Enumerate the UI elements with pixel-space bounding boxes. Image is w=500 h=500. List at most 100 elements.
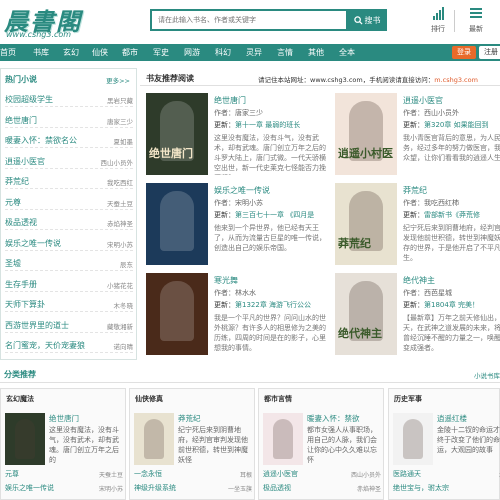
- hot-novel-row[interactable]: 娱乐之唯一传说 宋明小苏: [5, 235, 133, 251]
- category-book-title[interactable]: 逍遥红楼: [437, 413, 467, 424]
- hot-novel-title[interactable]: 生存手册: [5, 279, 37, 290]
- book-card[interactable]: 寒光舞 作者：林水水 更新：第1322章 海游飞行公公 我是一个平凡的世界？问问山水的…: [146, 273, 326, 361]
- nav-item-kehuan[interactable]: 科幻: [215, 44, 231, 61]
- search-button[interactable]: 搜书: [347, 9, 387, 31]
- category-book-cover[interactable]: [5, 413, 45, 465]
- book-title[interactable]: 娱乐之唯一传说: [214, 185, 270, 196]
- category-list-item[interactable]: 神级升级系统 一坐玉旗: [134, 483, 252, 495]
- latest-link[interactable]: 最新: [462, 6, 490, 36]
- hot-novel-title[interactable]: 校园超级学生: [5, 94, 53, 105]
- category-name[interactable]: 都市言情: [264, 394, 292, 404]
- hot-novel-row[interactable]: 绝世唐门 唐家三少: [5, 112, 133, 128]
- latest-chapter-link[interactable]: 第三百七十一章 《四月是: [235, 211, 314, 219]
- category-book-cover[interactable]: [263, 413, 303, 465]
- hot-novel-title[interactable]: 圣墟: [5, 258, 21, 269]
- latest-chapter-link[interactable]: 第1322章 海游飞行公公: [235, 301, 311, 309]
- hot-novel-title[interactable]: 暖妻入怀：禁欲名公: [5, 135, 77, 146]
- latest-chapter-link[interactable]: 第320章 如果能回到: [424, 121, 489, 129]
- category-book-title[interactable]: 暖妻入怀：禁欲: [307, 413, 360, 424]
- book-card[interactable]: 莽荒纪莽荒纪作者：我吃西红柿更新：雷部新书《莽荒修纪宁死后来到阴曹地府，经判官审…: [335, 183, 500, 271]
- search-input[interactable]: [152, 11, 346, 29]
- hot-novel-row[interactable]: 生存手册 小猪花花: [5, 276, 133, 292]
- category-list-title[interactable]: 一念永恒: [134, 469, 162, 479]
- hot-novel-title[interactable]: 娱乐之唯一传说: [5, 238, 61, 249]
- category-list-title[interactable]: 绝世宝与，驸太宗: [393, 483, 449, 493]
- hot-novel-title[interactable]: 极品透视: [5, 217, 37, 228]
- nav-item-yanqing[interactable]: 言情: [277, 44, 293, 61]
- book-card[interactable]: 逍遥小村医 逍遥小医官 作者：西山小员外 更新：第320章 如果能回到 我小青医官背后的…: [335, 93, 500, 181]
- book-cover[interactable]: 绝世唐门: [146, 93, 208, 175]
- latest-chapter-link[interactable]: 第十一章 最弱的班长: [235, 121, 300, 129]
- nav-item-lingyi[interactable]: 灵异: [246, 44, 262, 61]
- category-list-item[interactable]: 绝世宝与，驸太宗: [393, 483, 500, 495]
- hot-novel-row[interactable]: 天师下算卦 木冬晓: [5, 296, 133, 312]
- hot-novel-title[interactable]: 天师下算卦: [5, 299, 45, 310]
- hot-novel-title[interactable]: 名门蜜宠，天价宠妻狼: [5, 340, 85, 351]
- rank-link[interactable]: 排行: [424, 6, 452, 36]
- nav-item-home[interactable]: 首页: [0, 44, 16, 61]
- login-button[interactable]: 登录: [452, 46, 476, 59]
- category-list-item[interactable]: 医路通天水浅: [393, 469, 500, 481]
- register-button[interactable]: 注册: [479, 46, 500, 59]
- category-list-item[interactable]: 娱乐之唯一传说 宋明小苏: [5, 483, 123, 495]
- book-title[interactable]: 逍遥小医官: [403, 95, 443, 106]
- book-cover[interactable]: [146, 273, 208, 355]
- book-card[interactable]: 娱乐之唯一传说 作者：宋明小苏 更新：第三百七十一章 《四月是 他来到一个异世界，他已…: [146, 183, 326, 271]
- nav-item-other[interactable]: 其他: [308, 44, 324, 61]
- book-title[interactable]: 绝世唐门: [214, 95, 246, 106]
- category-list-item[interactable]: 元尊 天蚕土豆: [5, 469, 123, 481]
- category-list-item[interactable]: 极品透视 赤焰神圣: [263, 483, 381, 495]
- category-list-title[interactable]: 娱乐之唯一传说: [5, 483, 54, 493]
- hot-novel-row[interactable]: 暖妻入怀：禁欲名公 夏如墨: [5, 132, 133, 148]
- category-list-item[interactable]: 逍遥小医官 西山小员外: [263, 469, 381, 481]
- hot-novel-row[interactable]: 逍遥小医官 西山小员外: [5, 153, 133, 169]
- category-list-title[interactable]: 极品透视: [263, 483, 291, 493]
- book-card[interactable]: 绝世唐门 绝世唐门 作者：唐家三少 更新：第十一章 最弱的班长 这里没有魔法，没有斗气，…: [146, 93, 326, 181]
- category-book-cover[interactable]: [134, 413, 174, 465]
- category-more-link[interactable]: 小说书库: [474, 370, 500, 380]
- latest-chapter-link[interactable]: 第1804章 完美！: [424, 301, 479, 309]
- hot-novel-title[interactable]: 绝世唐门: [5, 115, 37, 126]
- book-title[interactable]: 寒光舞: [214, 275, 238, 286]
- hot-novel-title[interactable]: 西游世界里的道士: [5, 320, 69, 331]
- nav-item-xuanhuan[interactable]: 玄幻: [63, 44, 79, 61]
- book-title[interactable]: 莽荒纪: [403, 185, 427, 196]
- hot-novel-title[interactable]: 逍遥小医官: [5, 156, 45, 167]
- hot-novel-row[interactable]: 元尊 天蚕土豆: [5, 194, 133, 210]
- nav-item-complete[interactable]: 全本: [339, 44, 355, 61]
- hot-novels-more-link[interactable]: 更多>>: [106, 75, 130, 85]
- category-book-title[interactable]: 莽荒纪: [178, 413, 201, 424]
- hot-novel-row[interactable]: 极品透视 赤焰神圣: [5, 214, 133, 230]
- nav-item-wangyou[interactable]: 网游: [184, 44, 200, 61]
- category-name[interactable]: 历史军事: [394, 394, 422, 404]
- notice-mobile-url[interactable]: m.cshg3.com: [434, 76, 478, 84]
- nav-item-xianxia[interactable]: 仙侠: [92, 44, 108, 61]
- hot-novel-row[interactable]: 校园超级学生 黑岩只藏: [5, 91, 133, 107]
- category-book-cover[interactable]: [393, 413, 433, 465]
- hot-novel-row[interactable]: 莽荒纪 我吃西红: [5, 173, 133, 189]
- hot-novel-title[interactable]: 元尊: [5, 197, 21, 208]
- category-book-title[interactable]: 绝世唐门: [49, 413, 79, 424]
- hot-novel-row[interactable]: 圣墟 辰东: [5, 255, 133, 271]
- book-cover[interactable]: 莽荒纪: [335, 183, 397, 265]
- book-cover[interactable]: [146, 183, 208, 265]
- category-list-title[interactable]: 逍遥小医官: [263, 469, 298, 479]
- category-list-item[interactable]: 一念永恒 耳根: [134, 469, 252, 481]
- hot-novel-row[interactable]: 西游世界里的道士 藏敬湘新: [5, 317, 133, 333]
- hot-novel-row[interactable]: 名门蜜宠，天价宠妻狼 诺向晴: [5, 337, 133, 353]
- book-cover[interactable]: 绝代神主: [335, 273, 397, 355]
- book-cover[interactable]: 逍遥小村医: [335, 93, 397, 175]
- nav-item-library[interactable]: 书库: [33, 44, 49, 61]
- category-list-title[interactable]: 神级升级系统: [134, 483, 176, 493]
- nav-item-junshi[interactable]: 军史: [153, 44, 169, 61]
- category-name[interactable]: 仙侠修真: [135, 394, 163, 404]
- category-list-title[interactable]: 医路通天: [393, 469, 421, 479]
- hot-novel-title[interactable]: 莽荒纪: [5, 176, 29, 187]
- category-name[interactable]: 玄幻魔法: [6, 394, 34, 404]
- book-title[interactable]: 绝代神主: [403, 275, 435, 286]
- latest-chapter-link[interactable]: 雷部新书《莽荒修: [424, 211, 480, 219]
- nav-item-dushi[interactable]: 都市: [122, 44, 138, 61]
- category-list-title[interactable]: 元尊: [5, 469, 19, 479]
- site-logo[interactable]: 晨書閣 www.cshg3.com: [4, 2, 100, 40]
- book-card[interactable]: 绝代神主 绝代神主 作者：西芭星城 更新：第1804章 完美！ 【最新章】万年之前天修仙…: [335, 273, 500, 361]
